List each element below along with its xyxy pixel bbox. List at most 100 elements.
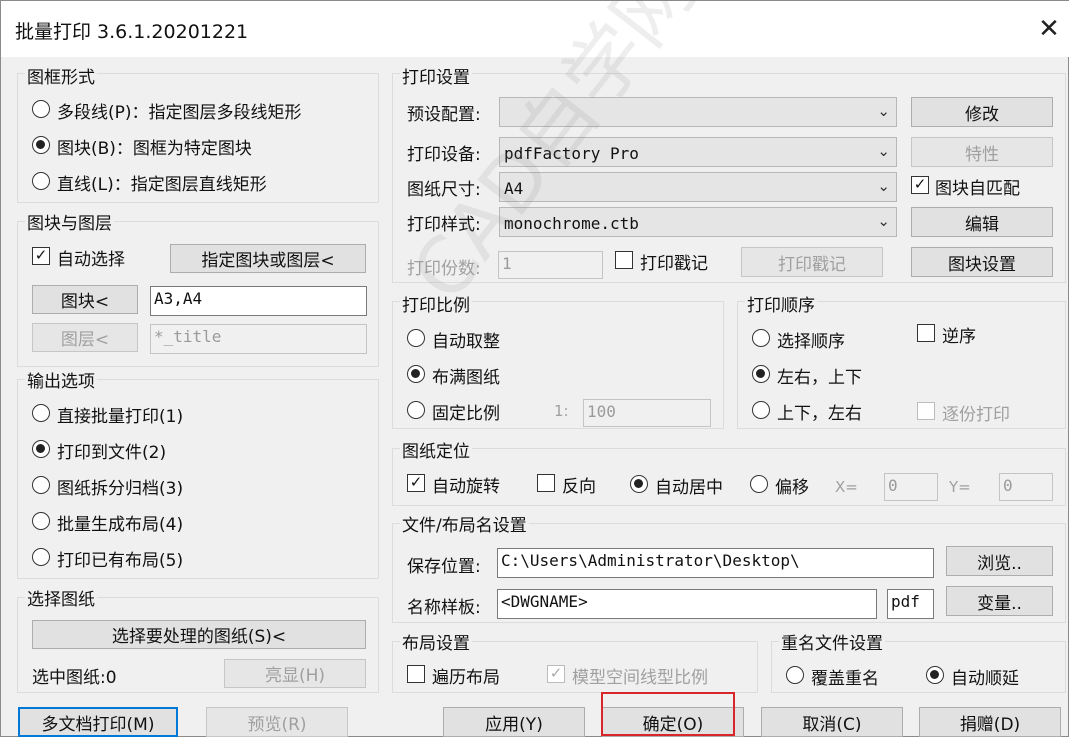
scale-auto-radio[interactable]: [407, 329, 425, 347]
preset-select[interactable]: ⌄: [499, 97, 897, 127]
edit-button[interactable]: 编辑: [911, 207, 1053, 237]
offset-label[interactable]: 偏移: [775, 473, 809, 498]
collate-label[interactable]: 逐份打印: [942, 400, 1010, 425]
output-file-radio[interactable]: [32, 440, 50, 458]
properties-button[interactable]: 特性: [911, 137, 1053, 167]
offset-radio[interactable]: [750, 475, 768, 493]
scale-auto-label[interactable]: 自动取整: [432, 327, 500, 352]
modify-button[interactable]: 修改: [911, 97, 1053, 127]
scale-fit-label[interactable]: 布满图纸: [432, 363, 500, 388]
pick-block-layer-button[interactable]: 指定图块或图层<: [170, 244, 366, 273]
device-select[interactable]: pdfFactory Pro ⌄: [499, 137, 897, 167]
reverse-order-label[interactable]: 逆序: [942, 322, 976, 347]
frame-polyline-label[interactable]: 多段线(P)：指定图层多段线矩形: [57, 98, 302, 123]
auto-rotate-label[interactable]: 自动旋转: [432, 472, 500, 497]
block-layer-title: 图块与图层: [25, 209, 114, 234]
highlight-button[interactable]: 亮显(H): [224, 659, 366, 688]
cancel-button[interactable]: 取消(C): [761, 707, 903, 737]
output-layout-radio[interactable]: [32, 512, 50, 530]
chevron-down-icon: ⌄: [877, 177, 890, 195]
scale-fit-radio[interactable]: [407, 365, 425, 383]
order-lr-label[interactable]: 左右，上下: [777, 363, 862, 388]
overwrite-label[interactable]: 覆盖重名: [811, 664, 879, 689]
paper-size-select[interactable]: A4 ⌄: [499, 172, 897, 202]
traverse-layout-label[interactable]: 遍历布局: [432, 663, 500, 688]
block-settings-button[interactable]: 图块设置: [911, 247, 1053, 277]
size-label: 图纸尺寸:: [407, 180, 481, 200]
plot-style-select[interactable]: monochrome.ctb ⌄: [499, 207, 897, 237]
stamp-label[interactable]: 打印戳记: [640, 249, 708, 274]
order-tb-radio[interactable]: [752, 401, 770, 419]
output-existing-radio[interactable]: [32, 548, 50, 566]
auto-increment-label[interactable]: 自动顺延: [951, 664, 1019, 689]
order-title: 打印顺序: [745, 291, 817, 316]
model-scale-label[interactable]: 模型空间线型比例: [572, 663, 708, 688]
output-direct-radio[interactable]: [32, 404, 50, 422]
apply-button[interactable]: 应用(Y): [443, 707, 585, 737]
print-settings-title: 打印设置: [400, 63, 472, 88]
name-template-input[interactable]: <DWGNAME>: [497, 589, 877, 619]
frame-type-title: 图框形式: [25, 63, 97, 88]
window-title: 批量打印 3.6.1.20201221: [15, 21, 249, 43]
preview-button[interactable]: 预览(R): [206, 707, 348, 737]
order-select-label[interactable]: 选择顺序: [777, 327, 845, 352]
position-title: 图纸定位: [400, 437, 472, 462]
frame-line-radio[interactable]: [32, 172, 50, 190]
stamp-checkbox[interactable]: [615, 251, 633, 269]
autofit-checkbox[interactable]: ✓: [911, 176, 929, 194]
overwrite-radio[interactable]: [786, 666, 804, 684]
y-input[interactable]: 0: [999, 473, 1053, 501]
output-direct-label[interactable]: 直接批量打印(1): [57, 402, 183, 427]
browse-button[interactable]: 浏览..: [946, 546, 1053, 576]
reverse-label[interactable]: 反向: [562, 472, 596, 497]
order-select-radio[interactable]: [752, 329, 770, 347]
output-existing-label[interactable]: 打印已有布局(5): [57, 546, 183, 571]
auto-center-label[interactable]: 自动居中: [655, 473, 723, 498]
chevron-down-icon: ⌄: [877, 102, 890, 120]
scale-title: 打印比例: [400, 291, 472, 316]
model-scale-checkbox[interactable]: ✓: [547, 665, 565, 683]
output-split-radio[interactable]: [32, 476, 50, 494]
x-input[interactable]: 0: [884, 473, 938, 501]
ok-highlight-box: [601, 692, 735, 736]
auto-rotate-checkbox[interactable]: ✓: [407, 474, 425, 492]
output-layout-label[interactable]: 批量生成布局(4): [57, 510, 183, 535]
order-tb-label[interactable]: 上下，左右: [777, 399, 862, 424]
scale-fixed-radio[interactable]: [407, 401, 425, 419]
select-paper-button[interactable]: 选择要处理的图纸(S)<: [32, 620, 366, 649]
stamp-button[interactable]: 打印戳记: [741, 247, 883, 277]
scale-ratio-input[interactable]: 100: [583, 399, 711, 427]
output-split-label[interactable]: 图纸拆分归档(3): [57, 474, 183, 499]
selected-count: 选中图纸:0: [32, 668, 117, 688]
auto-increment-radio[interactable]: [926, 666, 944, 684]
auto-select-label[interactable]: 自动选择: [57, 245, 125, 270]
copies-input[interactable]: 1: [498, 251, 603, 279]
frame-polyline-radio[interactable]: [32, 100, 50, 118]
y-label: Y=: [949, 478, 971, 496]
reverse-order-checkbox[interactable]: [917, 324, 935, 342]
autofit-label[interactable]: 图块自匹配: [935, 174, 1020, 199]
save-location-input[interactable]: C:\Users\Administrator\Desktop\: [497, 548, 934, 578]
frame-line-label[interactable]: 直线(L)：指定图层直线矩形: [57, 170, 267, 195]
reverse-checkbox[interactable]: [537, 474, 555, 492]
batch-print-dialog: 批量打印 3.6.1.20201221 ✕ 图框形式 多段线(P)：指定图层多段…: [0, 0, 1069, 737]
chevron-down-icon: ⌄: [877, 212, 890, 230]
extension-input[interactable]: pdf: [887, 589, 934, 619]
order-lr-radio[interactable]: [752, 365, 770, 383]
frame-block-label[interactable]: 图块(B)：图框为特定图块: [57, 134, 252, 159]
collate-checkbox[interactable]: [917, 402, 935, 420]
variables-button[interactable]: 变量..: [946, 586, 1053, 616]
frame-block-radio[interactable]: [32, 136, 50, 154]
block-pick-button[interactable]: 图块<: [32, 285, 138, 314]
layer-names-input[interactable]: *_title: [150, 324, 367, 354]
scale-fixed-label[interactable]: 固定比例: [432, 399, 500, 424]
close-icon[interactable]: ✕: [1031, 11, 1067, 47]
layer-pick-button[interactable]: 图层<: [32, 323, 138, 352]
auto-select-checkbox[interactable]: ✓: [32, 247, 50, 265]
output-file-label[interactable]: 打印到文件(2): [57, 438, 166, 463]
multi-doc-print-button[interactable]: 多文档打印(M): [18, 707, 178, 737]
donate-button[interactable]: 捐赠(D): [919, 707, 1061, 737]
auto-center-radio[interactable]: [630, 475, 648, 493]
traverse-layout-checkbox[interactable]: [407, 665, 425, 683]
block-names-input[interactable]: A3,A4: [150, 286, 367, 316]
